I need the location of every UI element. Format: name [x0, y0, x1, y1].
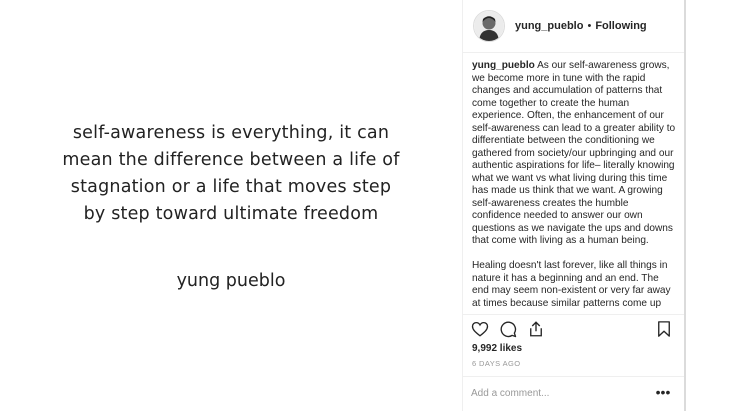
action-bar [463, 314, 685, 343]
quote-line: stagnation or a life that moves step [70, 177, 392, 197]
quote-line: self-awareness is everything, it can [72, 123, 390, 143]
caption-username[interactable]: yung_pueblo [472, 60, 535, 71]
caption: yung_pueblo As our self-awareness grows,… [472, 60, 676, 314]
likes-count[interactable]: 9,992 likes [472, 343, 522, 354]
panel-border [684, 0, 686, 411]
post-header: yung_pueblo • Following [463, 0, 685, 53]
caption-paragraph: yung_pueblo As our self-awareness grows,… [472, 60, 676, 248]
avatar-photo-icon [474, 11, 504, 41]
post-image[interactable]: self-awareness is everything, it can mea… [0, 0, 462, 411]
header-separator: • [587, 20, 592, 32]
post-timestamp[interactable]: 6 DAYS AGO [472, 359, 520, 368]
share-upload-icon[interactable] [527, 320, 545, 338]
post-author: yung pueblo [176, 271, 286, 291]
comment-input[interactable] [471, 383, 641, 403]
avatar[interactable] [473, 10, 505, 42]
quote-line: mean the difference between a life of [62, 150, 400, 170]
more-options-button[interactable]: ••• [653, 382, 673, 402]
bookmark-icon[interactable] [655, 320, 673, 338]
caption-paragraph: Healing doesn't last forever, like all t… [472, 260, 671, 309]
comment-bar: ••• [463, 376, 685, 412]
heart-outline-icon[interactable] [471, 320, 489, 338]
quote-line: by step toward ultimate freedom [83, 204, 379, 224]
post-side-panel: yung_pueblo • Following yung_pueblo As o… [462, 0, 685, 411]
post-quote: self-awareness is everything, it can mea… [0, 120, 462, 228]
header-username[interactable]: yung_pueblo [515, 20, 583, 32]
following-button[interactable]: Following [595, 20, 646, 32]
caption-text: As our self-awareness grows, we become m… [472, 60, 676, 246]
speech-bubble-icon[interactable] [499, 320, 517, 338]
